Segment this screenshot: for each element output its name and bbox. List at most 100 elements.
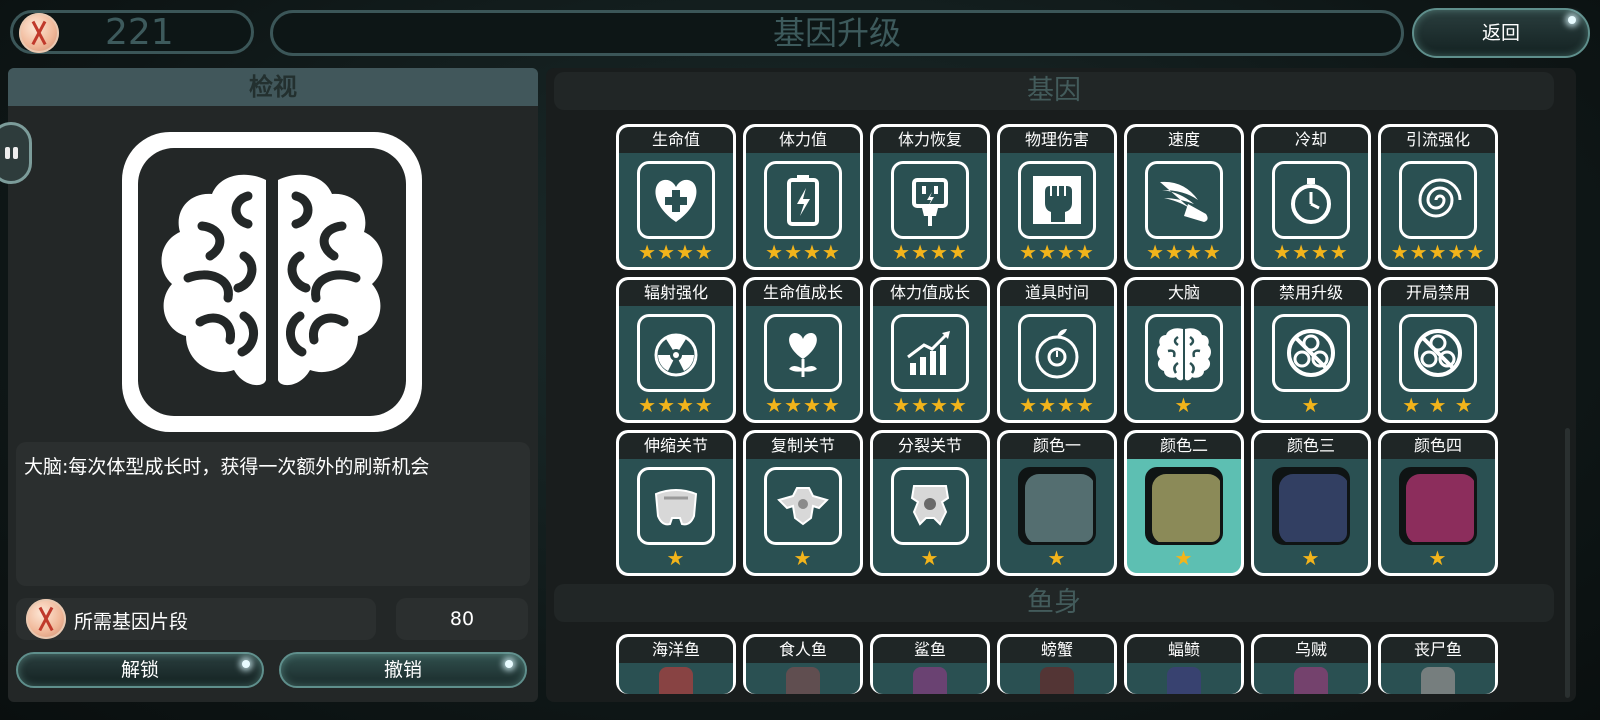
gene-icon-frame <box>637 161 715 239</box>
gene-card[interactable]: 冷却 ★★★★ <box>1251 124 1371 270</box>
gene-icon-frame <box>764 467 842 545</box>
gene-card[interactable]: 物理伤害 ★★★★ <box>997 124 1117 270</box>
gene-icon-frame <box>1145 161 1223 239</box>
fish-body-card[interactable]: 丧尸鱼 <box>1378 634 1498 694</box>
requirement-box: 所需基因片段 <box>16 598 376 640</box>
gene-card[interactable]: 复制关节 ★ <box>743 430 863 576</box>
button-gloss <box>505 660 513 668</box>
gene-card[interactable]: 体力值 ★★★★ <box>743 124 863 270</box>
gene-card-label: 禁用升级 <box>1254 280 1368 306</box>
star-rating: ★★★★ <box>1146 240 1222 264</box>
gene-card[interactable]: 生命值 ★★★★ <box>616 124 736 270</box>
star-rating: ★ <box>1301 546 1321 570</box>
fish-body-card[interactable]: 蝠鲼 <box>1124 634 1244 694</box>
gene-card[interactable]: 颜色一 ★ <box>997 430 1117 576</box>
star-rating: ★ <box>1301 393 1321 417</box>
back-button[interactable]: 返回 <box>1412 8 1590 58</box>
fish-icon <box>1167 667 1201 694</box>
brain-icon <box>1157 328 1211 381</box>
fish-body-card[interactable]: 海洋鱼 <box>616 634 736 694</box>
back-button-label: 返回 <box>1481 22 1520 44</box>
color-swatch-fill <box>1406 474 1474 542</box>
gene-icon-frame <box>891 161 969 239</box>
gene-card-label: 颜色三 <box>1254 433 1368 459</box>
star-rating: ★ <box>1174 393 1194 417</box>
fish-body-card[interactable]: 螃蟹 <box>997 634 1117 694</box>
gene-icon-frame <box>764 161 842 239</box>
fish-body-label: 蝠鲼 <box>1127 637 1241 663</box>
biohazard-ban-icon <box>1414 329 1462 377</box>
fish-icon <box>1421 667 1455 694</box>
gene-card[interactable]: 体力恢复 ★★★★ <box>870 124 990 270</box>
revoke-button[interactable]: 撤销 <box>279 652 527 688</box>
star-rating: ★★★★ <box>1019 240 1095 264</box>
gene-card[interactable]: 辐射强化 ★★★★ <box>616 277 736 423</box>
gene-card[interactable]: 分裂关节 ★ <box>870 430 990 576</box>
gene-card[interactable]: 颜色四 ★ <box>1378 430 1498 576</box>
star-rating: ★★★★ <box>1273 240 1349 264</box>
gene-icon-frame <box>891 314 969 392</box>
gene-card[interactable]: 体力值成长 ★★★★ <box>870 277 990 423</box>
gene-card[interactable]: 颜色二 ★ <box>1124 430 1244 576</box>
fist-icon <box>1033 176 1081 224</box>
gene-card[interactable]: 颜色三 ★ <box>1251 430 1371 576</box>
gene-card-label: 体力值 <box>746 127 860 153</box>
gene-card-label: 体力值成长 <box>873 280 987 306</box>
star-rating: ★★★★ <box>892 240 968 264</box>
gene-card[interactable]: 禁用升级 ★ <box>1251 277 1371 423</box>
heart-growth-icon <box>789 333 817 377</box>
star-rating: ★ <box>793 546 813 570</box>
gene-card-label: 体力恢复 <box>873 127 987 153</box>
fish-body-card[interactable]: 食人鱼 <box>743 634 863 694</box>
gene-card-label: 辐射强化 <box>619 280 733 306</box>
star-rating: ★ ★ ★ <box>1402 393 1474 417</box>
gene-icon-frame <box>1272 314 1350 392</box>
gene-card[interactable]: 生命值成长 ★★★★ <box>743 277 863 423</box>
gene-card-label: 伸缩关节 <box>619 433 733 459</box>
gene-description: 大脑:每次体型成长时，获得一次额外的刷新机会 <box>24 456 430 478</box>
radiation-icon <box>654 333 698 377</box>
unlock-button-label: 解锁 <box>120 659 159 681</box>
gene-description-box: 大脑:每次体型成长时，获得一次额外的刷新机会 <box>16 442 530 586</box>
fish-icon <box>786 667 820 694</box>
gene-card[interactable]: 开局禁用 ★ ★ ★ <box>1378 277 1498 423</box>
gene-icon-frame <box>637 314 715 392</box>
gene-card[interactable]: 引流强化 ★★★★★ <box>1378 124 1498 270</box>
fish-body-label: 乌贼 <box>1254 637 1368 663</box>
unlock-button[interactable]: 解锁 <box>16 652 264 688</box>
gene-card-label: 颜色四 <box>1381 433 1495 459</box>
body-section-title: 鱼身 <box>554 584 1554 622</box>
gene-card[interactable]: 伸缩关节 ★ <box>616 430 736 576</box>
star-rating: ★★★★ <box>1019 393 1095 417</box>
star-rating: ★★★★ <box>638 240 714 264</box>
star-rating: ★★★★ <box>638 393 714 417</box>
gene-card[interactable]: 道具时间 ★★★★ <box>997 277 1117 423</box>
gene-card-label: 道具时间 <box>1000 280 1114 306</box>
fruit-timer-icon <box>1035 329 1079 379</box>
fish-icon <box>1040 667 1074 694</box>
gene-card-label: 颜色一 <box>1000 433 1114 459</box>
selected-gene-preview <box>122 132 422 432</box>
genes-section-title: 基因 <box>554 72 1554 110</box>
gene-card-label: 生命值 <box>619 127 733 153</box>
inspect-title: 检视 <box>8 68 538 106</box>
color-swatch-fill <box>1152 474 1220 542</box>
fish-body-card[interactable]: 鲨鱼 <box>870 634 990 694</box>
fish-icon <box>1294 667 1328 694</box>
star-rating: ★★★★ <box>892 393 968 417</box>
fish-body-card[interactable]: 乌贼 <box>1251 634 1371 694</box>
battery-icon <box>787 175 819 226</box>
side-menu-handle[interactable] <box>0 122 32 184</box>
gene-card-label: 颜色二 <box>1127 433 1241 459</box>
gene-icon-frame <box>1018 161 1096 239</box>
scrollbar[interactable] <box>1565 428 1570 698</box>
gene-card[interactable]: 大脑 ★ <box>1124 277 1244 423</box>
fish-body-label: 食人鱼 <box>746 637 860 663</box>
page-title: 基因升级 <box>772 14 901 52</box>
gene-card[interactable]: 速度 ★★★★ <box>1124 124 1244 270</box>
inspect-panel: 检视 大脑:每次体型成长时，获得一次额外的刷新机会 所需基因片段 80 解锁 撤… <box>8 68 538 702</box>
star-rating: ★★★★ <box>765 240 841 264</box>
gene-card-label: 生命值成长 <box>746 280 860 306</box>
fish-body-label: 鲨鱼 <box>873 637 987 663</box>
gene-icon-frame <box>1145 314 1223 392</box>
